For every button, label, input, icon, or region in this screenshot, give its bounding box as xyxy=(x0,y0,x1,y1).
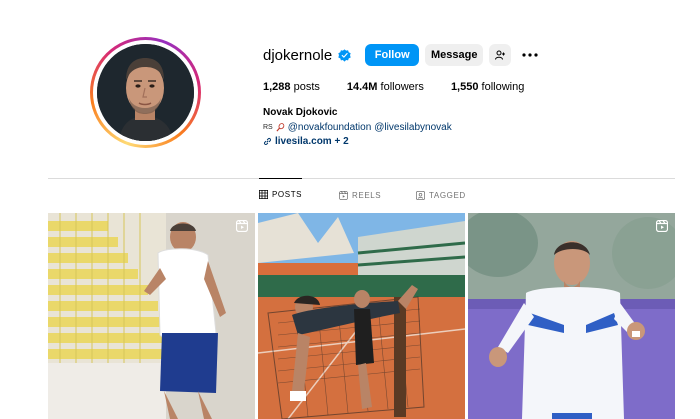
profile-stats: 1,288 posts 14.4M followers 1,550 follow… xyxy=(263,81,546,93)
username: djokernole xyxy=(263,46,333,64)
followers-stat[interactable]: 14.4M followers xyxy=(347,81,424,93)
more-options-button[interactable] xyxy=(519,44,541,66)
avatar[interactable] xyxy=(97,44,194,141)
tab-tagged-label: TAGGED xyxy=(429,190,466,200)
full-name: Novak Djokovic xyxy=(263,107,338,118)
message-button[interactable]: Message xyxy=(425,44,484,66)
posts-grid xyxy=(48,213,675,419)
post-tile[interactable] xyxy=(258,213,465,419)
mention-novakfoundation[interactable]: @novakfoundation xyxy=(288,122,372,133)
more-horizontal-icon xyxy=(522,53,538,57)
following-stat[interactable]: 1,550 following xyxy=(451,81,524,93)
reels-icon xyxy=(339,190,348,200)
tennis-racket-icon xyxy=(276,123,284,132)
suggested-accounts-button[interactable] xyxy=(489,44,512,66)
link-icon xyxy=(264,138,271,145)
post-image xyxy=(48,213,255,419)
reel-badge-icon xyxy=(236,220,248,232)
post-tile[interactable] xyxy=(468,213,675,419)
bio-link[interactable]: livesila.com + 2 xyxy=(275,136,349,147)
posts-stat: 1,288 posts xyxy=(263,81,320,93)
verified-badge-icon xyxy=(338,48,351,62)
tab-tagged[interactable]: TAGGED xyxy=(416,179,466,211)
profile-info: djokernole Follow Message 1,288 posts 14… xyxy=(263,40,546,147)
post-tile[interactable] xyxy=(48,213,255,419)
tab-reels[interactable]: REELS xyxy=(339,179,381,211)
story-ring[interactable] xyxy=(90,37,201,148)
follow-button[interactable]: Follow xyxy=(365,44,420,66)
bio-line: RS @novakfoundation @livesilabynovak xyxy=(263,122,546,133)
tab-posts[interactable]: POSTS xyxy=(259,178,303,210)
tab-reels-label: REELS xyxy=(352,190,382,200)
tagged-icon xyxy=(416,190,425,200)
profile-tabs: POSTS REELS TAGGED xyxy=(0,178,700,211)
reel-badge-icon xyxy=(656,220,668,232)
add-person-icon xyxy=(495,50,506,60)
tab-posts-label: POSTS xyxy=(272,190,303,199)
grid-icon xyxy=(259,190,268,199)
profile-header: djokernole Follow Message 1,288 posts 14… xyxy=(0,0,700,178)
post-image xyxy=(258,213,465,419)
bio-link-line: livesila.com + 2 xyxy=(263,136,546,147)
bio-prefix: RS xyxy=(263,124,273,131)
mention-livesilabynovak[interactable]: @livesilabynovak xyxy=(374,122,451,133)
post-image xyxy=(468,213,675,419)
